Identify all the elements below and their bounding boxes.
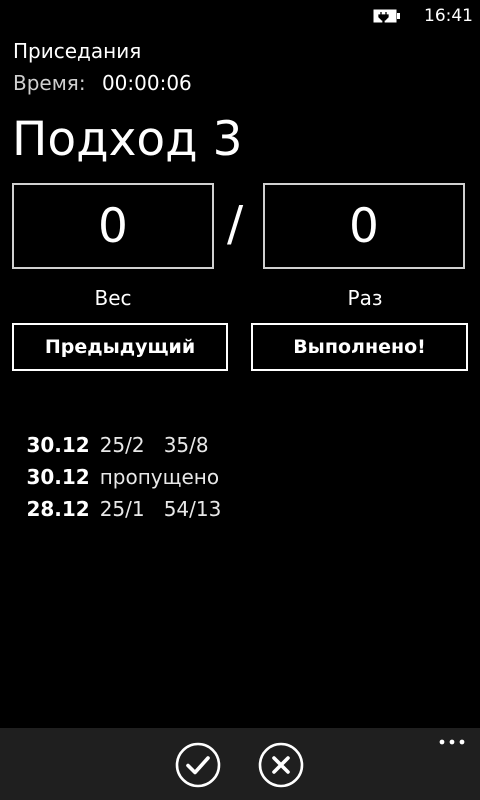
history-date: 28.12 bbox=[26, 497, 90, 521]
reps-input[interactable]: 0 bbox=[263, 183, 465, 269]
status-clock: 16:41 bbox=[424, 6, 473, 26]
close-icon[interactable] bbox=[258, 742, 304, 788]
application-bar bbox=[0, 728, 480, 800]
set-title: Подход 3 bbox=[12, 112, 243, 167]
elapsed-time-row: Время: 00:00:06 bbox=[13, 70, 192, 96]
time-label: Время: bbox=[13, 71, 86, 95]
history-set-1: 25/1 bbox=[99, 497, 145, 521]
check-icon[interactable] bbox=[175, 742, 221, 788]
reps-label: Раз bbox=[347, 286, 383, 310]
history-date: 30.12 bbox=[26, 465, 90, 489]
previous-button[interactable]: Предыдущий bbox=[12, 323, 228, 371]
done-button[interactable]: Выполнено! bbox=[251, 323, 468, 371]
history-set-1: пропущено bbox=[99, 465, 220, 489]
history-set-2: 54/13 bbox=[163, 497, 222, 521]
weight-reps-separator: / bbox=[227, 196, 244, 252]
status-bar: 16:41 bbox=[0, 0, 480, 32]
more-ellipsis-icon[interactable] bbox=[438, 736, 468, 748]
weight-label: Вес bbox=[94, 286, 132, 310]
exercise-name: Приседания bbox=[13, 39, 142, 63]
history-date: 30.12 bbox=[26, 433, 90, 457]
history-list: 30.12 25/2 35/8 30.12 пропущено 28.12 25/1 54… bbox=[1, 397, 221, 521]
history-row: 30.12 25/2 35/8 bbox=[1, 397, 221, 457]
history-set-2: 35/8 bbox=[163, 433, 209, 457]
time-value: 00:00:06 bbox=[101, 71, 192, 95]
weight-input[interactable]: 0 bbox=[12, 183, 214, 269]
history-set-1: 25/2 bbox=[99, 433, 145, 457]
battery-charging-icon bbox=[373, 9, 400, 23]
